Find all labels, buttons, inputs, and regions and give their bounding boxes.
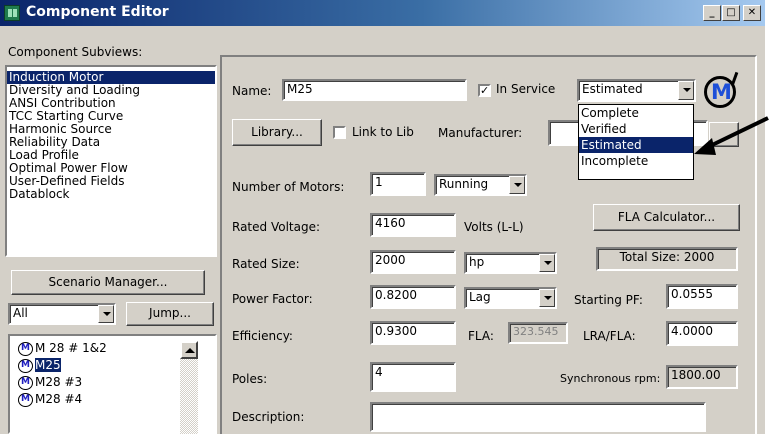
- motor-icon: M: [18, 341, 33, 356]
- volts-unit-label: Volts (L-L): [464, 220, 524, 234]
- rated-voltage-input[interactable]: 4160: [370, 213, 456, 237]
- poles-label: Poles:: [232, 372, 268, 386]
- motor-logo-icon: M: [702, 71, 742, 110]
- fla-calculator-button[interactable]: FLA Calculator...: [593, 204, 740, 231]
- app-icon: [4, 5, 20, 21]
- motor-icon: M: [18, 392, 33, 407]
- subviews-list[interactable]: Induction Motor Diversity and Loading ANSI…: [5, 65, 217, 257]
- rated-size-label: Rated Size:: [232, 257, 300, 271]
- running-dropdown[interactable]: Running: [434, 174, 527, 196]
- name-input[interactable]: M25: [282, 79, 467, 101]
- chevron-down-icon[interactable]: [509, 176, 525, 194]
- scroll-up-button[interactable]: [180, 341, 198, 359]
- status-option[interactable]: Verified: [579, 121, 693, 137]
- chevron-down-icon[interactable]: [678, 81, 694, 100]
- tree-item-label: M28 #4: [35, 392, 83, 406]
- chevron-down-icon[interactable]: [539, 289, 555, 307]
- status-option[interactable]: Estimated: [579, 137, 693, 153]
- total-size-display: Total Size: 2000: [596, 247, 738, 271]
- filter-dropdown[interactable]: All: [8, 303, 116, 325]
- annotation-arrow-icon: [694, 116, 769, 155]
- tree-item-label: M28 #3: [35, 375, 83, 389]
- status-options-list[interactable]: Complete Verified Estimated Incomplete: [578, 104, 694, 180]
- efficiency-input[interactable]: 0.9300: [370, 321, 456, 345]
- starting-pf-label: Starting PF:: [574, 293, 643, 307]
- tree-item-label: M25: [35, 358, 61, 372]
- efficiency-label: Efficiency:: [232, 329, 293, 343]
- subview-item[interactable]: Datablock: [7, 188, 215, 201]
- poles-input[interactable]: 4: [370, 362, 456, 392]
- status-option[interactable]: Complete: [579, 105, 693, 121]
- subviews-label: Component Subviews:: [8, 45, 143, 59]
- status-option[interactable]: Incomplete: [579, 153, 693, 169]
- lra-fla-input[interactable]: 4.0000: [666, 321, 738, 346]
- rated-size-input[interactable]: 2000: [370, 250, 456, 274]
- status-value: Estimated: [582, 82, 643, 96]
- size-unit-dropdown[interactable]: hp: [464, 252, 557, 274]
- window-title: Component Editor: [26, 4, 169, 20]
- name-label: Name:: [232, 84, 272, 98]
- starting-pf-input[interactable]: 0.0555: [666, 284, 738, 309]
- jump-button[interactable]: Jump...: [126, 302, 214, 326]
- link-to-lib-checkbox[interactable]: [333, 126, 346, 139]
- sync-rpm-label: Synchronous rpm:: [560, 372, 661, 385]
- in-service-checkbox[interactable]: ✓: [478, 84, 491, 97]
- power-factor-input[interactable]: 0.8200: [370, 285, 456, 309]
- chevron-up-icon: [185, 348, 195, 353]
- motor-icon: M: [18, 358, 33, 373]
- tree-item-label: M 28 # 1&2: [35, 341, 107, 355]
- chevron-down-icon[interactable]: [98, 305, 114, 323]
- chevron-down-icon[interactable]: [539, 254, 555, 272]
- description-input[interactable]: [370, 402, 706, 432]
- scrollbar-track[interactable]: [180, 359, 198, 434]
- close-button[interactable]: ✕: [743, 5, 761, 21]
- fla-display: 323.545: [508, 322, 568, 344]
- minimize-button[interactable]: _: [703, 5, 721, 21]
- status-dropdown[interactable]: Estimated: [577, 79, 696, 102]
- filter-value: All: [13, 306, 28, 320]
- title-bar[interactable]: Component Editor: [0, 0, 767, 26]
- link-to-lib-label[interactable]: Link to Lib: [352, 125, 414, 139]
- motor-icon: M: [18, 375, 33, 390]
- num-motors-label: Number of Motors:: [232, 180, 345, 194]
- scenario-manager-button[interactable]: Scenario Manager...: [11, 270, 205, 295]
- num-motors-input[interactable]: 1: [370, 172, 426, 196]
- window-edge: [765, 0, 771, 434]
- library-button[interactable]: Library...: [232, 119, 322, 146]
- lra-fla-label: LRA/FLA:: [583, 329, 636, 343]
- size-unit-value: hp: [469, 255, 485, 269]
- pf-mode-dropdown[interactable]: Lag: [464, 287, 557, 309]
- rated-voltage-label: Rated Voltage:: [232, 220, 321, 234]
- power-factor-label: Power Factor:: [232, 292, 313, 306]
- maximize-button[interactable]: □: [722, 5, 740, 21]
- fla-label: FLA:: [468, 329, 494, 343]
- manufacturer-label: Manufacturer:: [438, 126, 523, 140]
- description-label: Description:: [232, 410, 305, 424]
- sync-rpm-display: 1800.00: [666, 365, 738, 389]
- running-value: Running: [439, 177, 489, 191]
- in-service-label[interactable]: In Service: [496, 82, 555, 96]
- pf-mode-value: Lag: [469, 290, 491, 304]
